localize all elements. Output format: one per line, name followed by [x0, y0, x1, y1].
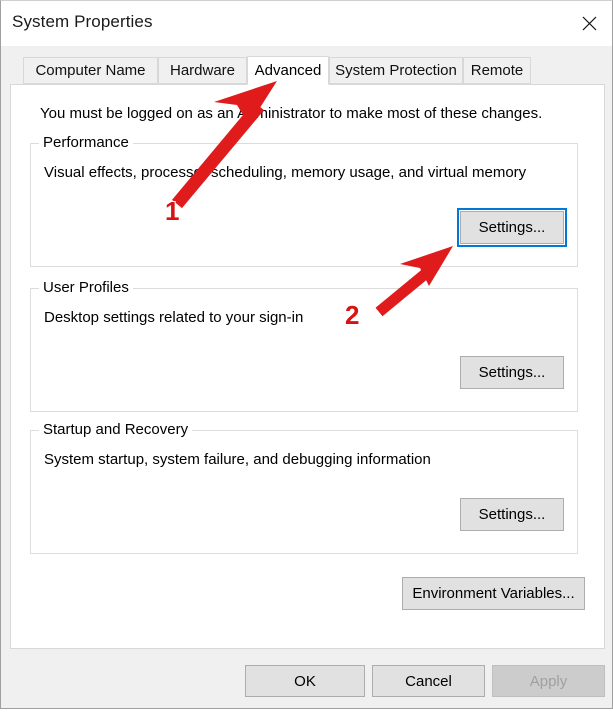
tab-label: System Protection	[335, 62, 457, 79]
tab-system-protection[interactable]: System Protection	[329, 57, 463, 84]
startup-recovery-settings-button[interactable]: Settings...	[460, 498, 564, 531]
close-icon[interactable]	[566, 1, 612, 46]
performance-description: Visual effects, processor scheduling, me…	[44, 164, 527, 181]
startup-recovery-group-label: Startup and Recovery	[39, 421, 193, 438]
tab-computer-name[interactable]: Computer Name	[23, 57, 158, 84]
window-title: System Properties	[12, 12, 153, 31]
user-profiles-settings-button[interactable]: Settings...	[460, 356, 564, 389]
title-bar: System Properties	[1, 1, 612, 46]
tab-hardware[interactable]: Hardware	[158, 57, 247, 84]
tab-label: Hardware	[169, 62, 236, 79]
cancel-button[interactable]: Cancel	[372, 665, 485, 697]
tab-content-advanced: You must be logged on as an Administrato…	[10, 84, 605, 649]
startup-recovery-group: Startup and Recovery System startup, sys…	[30, 421, 578, 554]
user-profiles-group-label: User Profiles	[39, 279, 133, 296]
startup-recovery-description: System startup, system failure, and debu…	[44, 451, 431, 468]
apply-button: Apply	[492, 665, 605, 697]
performance-group-label: Performance	[39, 134, 133, 151]
environment-variables-button[interactable]: Environment Variables...	[402, 577, 585, 610]
admin-notice: You must be logged on as an Administrato…	[40, 105, 543, 122]
system-properties-window: System Properties Computer Name Hardware…	[0, 0, 613, 709]
tab-remote[interactable]: Remote	[463, 57, 531, 84]
tab-strip: Computer Name Hardware Advanced System P…	[10, 56, 605, 85]
user-profiles-description: Desktop settings related to your sign-in	[44, 309, 304, 326]
tab-advanced[interactable]: Advanced	[247, 56, 329, 85]
tab-label: Remote	[470, 62, 524, 79]
user-profiles-group: User Profiles Desktop settings related t…	[30, 279, 578, 412]
tab-label: Computer Name	[35, 62, 146, 79]
ok-button[interactable]: OK	[245, 665, 365, 697]
performance-settings-button[interactable]: Settings...	[457, 208, 567, 247]
tab-label: Advanced	[254, 62, 322, 79]
performance-group: Performance Visual effects, processor sc…	[30, 134, 578, 267]
